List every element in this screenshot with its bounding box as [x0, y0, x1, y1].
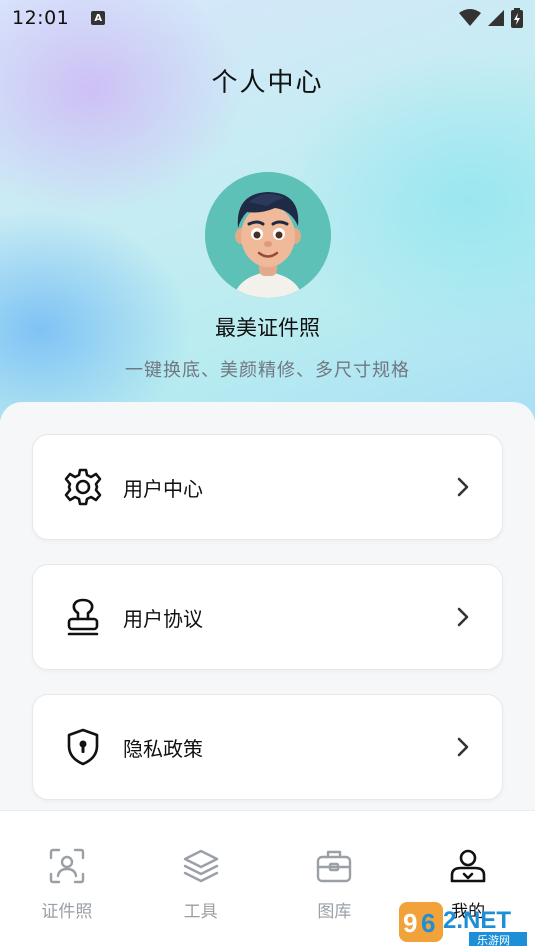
- menu-item-label: 隐私政策: [123, 736, 203, 761]
- avatar: [205, 172, 331, 298]
- menu-item-label: 用户中心: [123, 476, 203, 501]
- menu-item-label: 用户协议: [123, 606, 203, 631]
- page-title: 个人中心: [211, 68, 324, 98]
- text-a-icon: A: [91, 11, 106, 25]
- app-name: 最美证件照: [215, 316, 320, 340]
- toolbox-icon: [317, 850, 352, 883]
- svg-text:6: 6: [421, 908, 435, 938]
- tab-label: 图库: [317, 902, 352, 922]
- svg-text:乐游网: 乐游网: [477, 934, 510, 947]
- svg-text:9: 9: [403, 908, 417, 938]
- svg-text:2.NET: 2.NET: [443, 907, 511, 934]
- watermark-logo: 9 6 2.NET 乐游网: [399, 902, 527, 947]
- status-icons: [459, 8, 523, 28]
- id-photo-icon: [49, 848, 85, 884]
- menu-item-user-agreement[interactable]: 用户协议: [32, 564, 503, 670]
- profile-icon: [450, 849, 486, 883]
- shield-lock-icon: [67, 728, 99, 766]
- battery-icon: [511, 8, 523, 28]
- menu-item-user-center[interactable]: 用户中心: [32, 434, 503, 540]
- menu-item-privacy-policy[interactable]: 隐私政策: [32, 694, 503, 800]
- tab-gallery[interactable]: 图库: [268, 811, 402, 952]
- tab-id-photo[interactable]: 证件照: [0, 811, 134, 952]
- chevron-right-icon: [457, 607, 469, 627]
- status-bar: 12:01 A: [0, 0, 535, 36]
- status-time: 12:01: [12, 7, 70, 29]
- gear-icon: [64, 468, 102, 506]
- chevron-right-icon: [457, 477, 469, 497]
- tab-tools[interactable]: 工具: [134, 811, 268, 952]
- layers-icon: [183, 849, 218, 883]
- chevron-right-icon: [457, 737, 469, 757]
- tab-label: 工具: [183, 902, 218, 922]
- menu-panel: 用户中心 用户协议 隐私政策: [0, 402, 535, 822]
- stamp-icon: [67, 598, 99, 636]
- tab-label: 证件照: [41, 902, 93, 922]
- signal-icon: [488, 10, 504, 26]
- app-description: 一键换底、美颜精修、多尺寸规格: [125, 360, 410, 381]
- wifi-icon: [459, 9, 481, 26]
